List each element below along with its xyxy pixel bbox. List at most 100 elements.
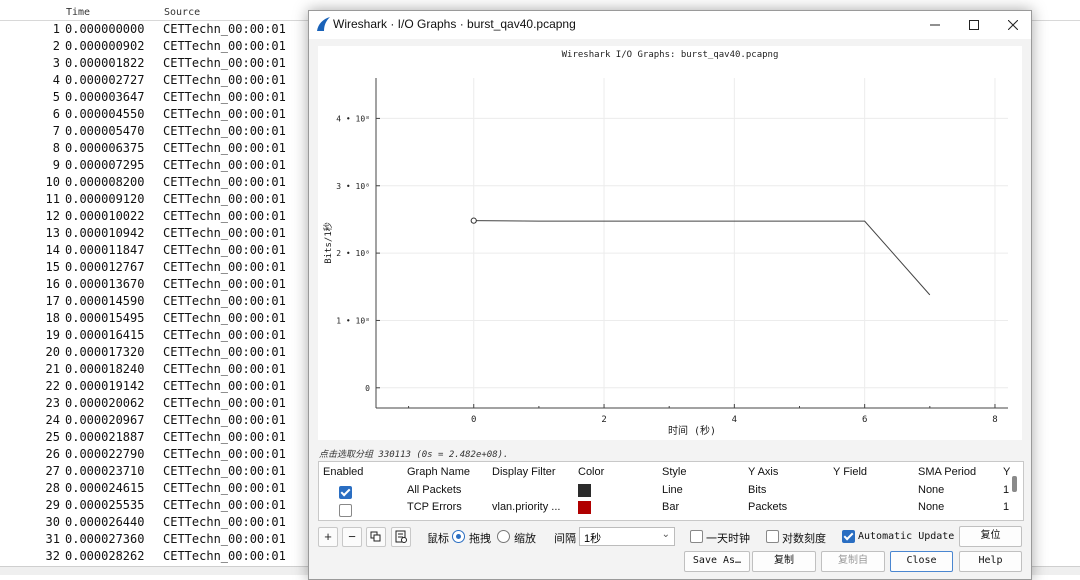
- packet-rows: 1 0.000000000 CETTechn_00:00:01 2 0.00000090…: [0, 20, 310, 564]
- enabled-checkbox[interactable]: [339, 504, 352, 517]
- packet-row[interactable]: 14 0.000011847 CETTechn_00:00:01: [0, 241, 310, 258]
- clear-graphs-button[interactable]: [391, 527, 411, 547]
- log-scale-label[interactable]: 对数刻度: [782, 530, 826, 546]
- packet-row[interactable]: 22 0.000019142 CETTechn_00:00:01: [0, 377, 310, 394]
- packet-source: CETTechn_00:00:01: [163, 362, 286, 376]
- packet-row[interactable]: 28 0.000024615 CETTechn_00:00:01: [0, 479, 310, 496]
- packet-row[interactable]: 2 0.000000902 CETTechn_00:00:01: [0, 37, 310, 54]
- add-graph-button[interactable]: +: [318, 527, 338, 547]
- copy-button[interactable]: 复制: [752, 551, 816, 572]
- maximize-button[interactable]: [954, 11, 994, 39]
- packet-row[interactable]: 1 0.000000000 CETTechn_00:00:01: [0, 20, 310, 37]
- packet-row[interactable]: 9 0.000007295 CETTechn_00:00:01: [0, 156, 310, 173]
- packet-time: 0.000002727: [65, 73, 145, 87]
- interval-select[interactable]: 1秒 ⌄: [579, 527, 675, 546]
- packet-row[interactable]: 17 0.000014590 CETTechn_00:00:01: [0, 292, 310, 309]
- packet-row[interactable]: 25 0.000021887 CETTechn_00:00:01: [0, 428, 310, 445]
- packet-number: 10: [45, 175, 60, 189]
- io-graph-plot[interactable]: Wireshark I/O Graphs: burst_qav40.pcapng…: [318, 46, 1022, 440]
- drag-label[interactable]: 拖拽: [469, 530, 491, 546]
- packet-time: 0.000000000: [65, 22, 145, 36]
- packet-row[interactable]: 5 0.000003647 CETTechn_00:00:01: [0, 88, 310, 105]
- auto-update-checkbox[interactable]: [842, 530, 855, 543]
- status-hint: 点击选取分组 330113 (0s = 2.482e+08).: [319, 450, 509, 460]
- header-y-axis[interactable]: Y Axis: [748, 466, 778, 478]
- zoom-label[interactable]: 缩放: [514, 530, 536, 546]
- packet-number: 2: [52, 39, 60, 53]
- remove-graph-button[interactable]: −: [342, 527, 362, 547]
- close-window-button[interactable]: [993, 11, 1033, 39]
- packet-row[interactable]: 15 0.000012767 CETTechn_00:00:01: [0, 258, 310, 275]
- packet-time: 0.000014590: [65, 294, 145, 308]
- y-cell[interactable]: 1: [1003, 501, 1009, 513]
- close-button[interactable]: Close: [890, 551, 953, 572]
- packet-row[interactable]: 7 0.000005470 CETTechn_00:00:01: [0, 122, 310, 139]
- packet-row[interactable]: 13 0.000010942 CETTechn_00:00:01: [0, 224, 310, 241]
- packet-row[interactable]: 8 0.000006375 CETTechn_00:00:01: [0, 139, 310, 156]
- minimize-button[interactable]: [915, 11, 955, 39]
- packet-row[interactable]: 32 0.000028262 CETTechn_00:00:01: [0, 547, 310, 564]
- packet-number: 14: [45, 243, 60, 257]
- packet-source: CETTechn_00:00:01: [163, 430, 286, 444]
- header-display-filter[interactable]: Display Filter: [492, 466, 556, 478]
- packet-row[interactable]: 16 0.000013670 CETTechn_00:00:01: [0, 275, 310, 292]
- packet-number: 18: [45, 311, 60, 325]
- graph-name-cell[interactable]: TCP Errors: [407, 501, 462, 513]
- column-header-time[interactable]: Time: [66, 7, 90, 18]
- packet-row[interactable]: 19 0.000016415 CETTechn_00:00:01: [0, 326, 310, 343]
- header-color[interactable]: Color: [578, 466, 604, 478]
- style-cell[interactable]: Bar: [662, 501, 679, 513]
- reset-button[interactable]: 复位: [959, 526, 1022, 547]
- packet-row[interactable]: 11 0.000009120 CETTechn_00:00:01: [0, 190, 310, 207]
- header-sma-period[interactable]: SMA Period: [918, 466, 976, 478]
- header-y[interactable]: Y: [1003, 466, 1010, 478]
- drag-radio[interactable]: [452, 530, 465, 543]
- header-enabled[interactable]: Enabled: [323, 466, 363, 478]
- log-scale-checkbox[interactable]: [766, 530, 779, 543]
- header-y-field[interactable]: Y Field: [833, 466, 867, 478]
- color-swatch[interactable]: [578, 501, 591, 514]
- header-graph-name[interactable]: Graph Name: [407, 466, 470, 478]
- style-cell[interactable]: Line: [662, 484, 683, 496]
- time-of-day-label[interactable]: 一天时钟: [706, 530, 750, 546]
- packet-row[interactable]: 23 0.000020062 CETTechn_00:00:01: [0, 394, 310, 411]
- packet-row[interactable]: 21 0.000018240 CETTechn_00:00:01: [0, 360, 310, 377]
- help-button[interactable]: Help: [959, 551, 1022, 572]
- packet-row[interactable]: 6 0.000004550 CETTechn_00:00:01: [0, 105, 310, 122]
- packet-row[interactable]: 24 0.000020967 CETTechn_00:00:01: [0, 411, 310, 428]
- zoom-radio[interactable]: [497, 530, 510, 543]
- sma-period-cell[interactable]: None: [918, 501, 944, 513]
- copy-graph-button[interactable]: [366, 527, 386, 547]
- packet-row[interactable]: 26 0.000022790 CETTechn_00:00:01: [0, 445, 310, 462]
- packet-time: 0.000015495: [65, 311, 145, 325]
- table-scrollbar-thumb[interactable]: [1012, 476, 1017, 492]
- packet-row[interactable]: 27 0.000023710 CETTechn_00:00:01: [0, 462, 310, 479]
- title-bar[interactable]: Wireshark · I/O Graphs · burst_qav40.pca…: [309, 11, 1031, 39]
- packet-row[interactable]: 4 0.000002727 CETTechn_00:00:01: [0, 71, 310, 88]
- y-tick-label: 2 • 10⁸: [336, 249, 370, 258]
- y-axis-cell[interactable]: Packets: [748, 501, 787, 513]
- packet-row[interactable]: 20 0.000017320 CETTechn_00:00:01: [0, 343, 310, 360]
- sma-period-cell[interactable]: None: [918, 484, 944, 496]
- copy-from-button[interactable]: 复制自: [821, 551, 885, 572]
- header-style[interactable]: Style: [662, 466, 686, 478]
- packet-row[interactable]: 18 0.000015495 CETTechn_00:00:01: [0, 309, 310, 326]
- packet-source: CETTechn_00:00:01: [163, 481, 286, 495]
- packet-time: 0.000016415: [65, 328, 145, 342]
- save-as-button[interactable]: Save As…: [684, 551, 750, 572]
- column-header-source[interactable]: Source: [164, 7, 200, 18]
- packet-row[interactable]: 12 0.000010022 CETTechn_00:00:01: [0, 207, 310, 224]
- time-of-day-checkbox[interactable]: [690, 530, 703, 543]
- auto-update-label[interactable]: Automatic Update: [858, 531, 954, 542]
- graph-name-cell[interactable]: All Packets: [407, 484, 461, 496]
- enabled-checkbox[interactable]: [339, 486, 352, 499]
- y-axis-cell[interactable]: Bits: [748, 484, 766, 496]
- packet-row[interactable]: 29 0.000025535 CETTechn_00:00:01: [0, 496, 310, 513]
- color-swatch[interactable]: [578, 484, 591, 497]
- packet-row[interactable]: 3 0.000001822 CETTechn_00:00:01: [0, 54, 310, 71]
- display-filter-cell[interactable]: vlan.priority ...: [492, 501, 560, 513]
- packet-row[interactable]: 10 0.000008200 CETTechn_00:00:01: [0, 173, 310, 190]
- packet-row[interactable]: 31 0.000027360 CETTechn_00:00:01: [0, 530, 310, 547]
- y-cell[interactable]: 1: [1003, 484, 1009, 496]
- packet-row[interactable]: 30 0.000026440 CETTechn_00:00:01: [0, 513, 310, 530]
